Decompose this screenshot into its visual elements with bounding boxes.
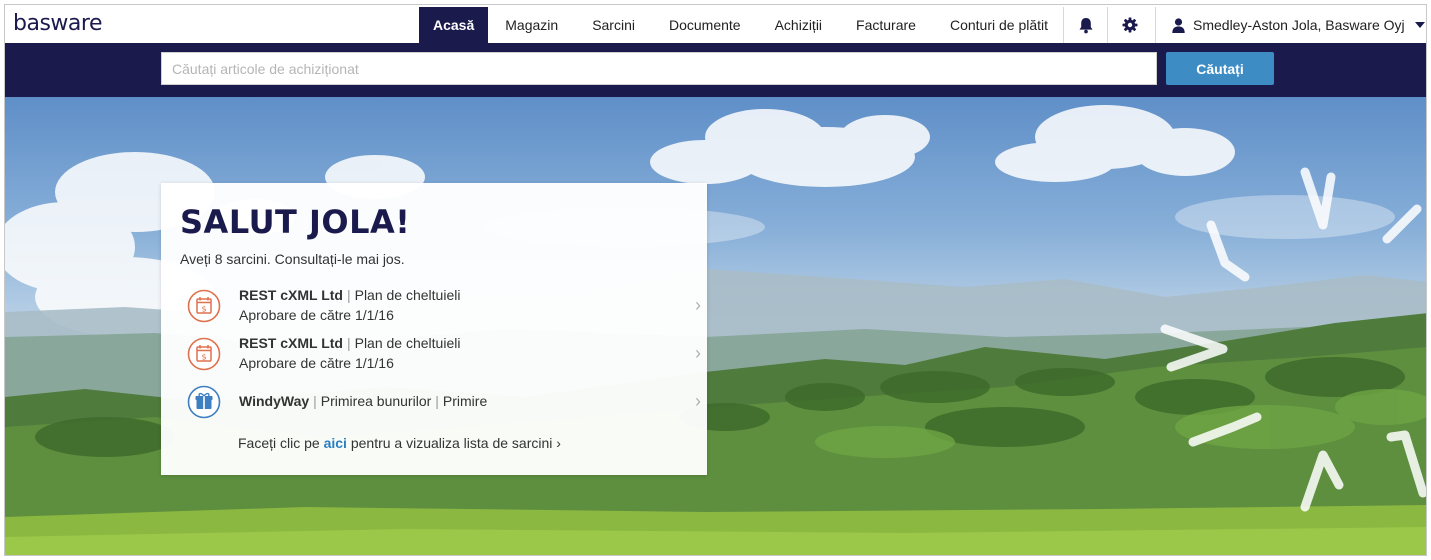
nav-item-accounts-payable[interactable]: Conturi de plătit — [933, 7, 1065, 43]
gift-icon — [187, 385, 221, 419]
task-list-prompt: Faceți clic pe aici pentru a vizualiza l… — [238, 435, 561, 451]
task-row[interactable]: WindyWay | Primirea bunurilor | Primire › — [187, 381, 701, 421]
svg-text:$: $ — [201, 353, 206, 362]
calendar-dollar-icon: $ — [187, 337, 221, 371]
task-type: Plan de cheltuieli — [354, 335, 461, 351]
task-summary: Aveți 8 sarcini. Consultați-le mai jos. — [180, 251, 405, 267]
basware-logo[interactable]: basware — [13, 11, 102, 36]
chevron-right-icon: › — [695, 343, 701, 363]
search-button[interactable]: Căutați — [1166, 52, 1274, 85]
task-company: REST cXML Ltd — [239, 287, 343, 303]
view-tasks-link[interactable]: aici — [324, 435, 347, 451]
task-detail: Primire — [442, 393, 488, 409]
task-row[interactable]: $ REST cXML Ltd | Plan de cheltuieli Aprob… — [187, 285, 701, 325]
svg-text:$: $ — [201, 305, 206, 314]
settings-button[interactable] — [1107, 7, 1151, 43]
nav-item-shop[interactable]: Magazin — [488, 7, 575, 43]
top-navigation-bar: basware Acasă Magazin Sarcini Documente … — [5, 5, 1426, 43]
calendar-dollar-icon: $ — [187, 289, 221, 323]
main-nav: Acasă Magazin Sarcini Documente Achiziți… — [419, 7, 1065, 43]
task-detail: Aprobare de către 1/1/16 — [239, 307, 394, 323]
search-bar: Căutați — [5, 43, 1426, 97]
chevron-right-icon: › — [695, 391, 701, 411]
task-type: Primirea bunurilor — [320, 393, 432, 409]
app-window: basware Acasă Magazin Sarcini Documente … — [4, 4, 1427, 556]
user-icon — [1172, 17, 1185, 33]
bell-icon — [1079, 17, 1092, 33]
task-detail: Aprobare de către 1/1/16 — [239, 355, 394, 371]
gear-icon — [1122, 17, 1137, 33]
nav-item-tasks[interactable]: Sarcini — [575, 7, 652, 43]
task-company: WindyWay — [239, 393, 310, 409]
welcome-card: SALUT JOLA! Aveți 8 sarcini. Consultați-… — [161, 183, 707, 475]
notifications-button[interactable] — [1063, 7, 1107, 43]
nav-item-purchasing[interactable]: Achiziții — [758, 7, 839, 43]
nav-item-invoicing[interactable]: Facturare — [839, 7, 933, 43]
welcome-title: SALUT JOLA! — [180, 203, 411, 241]
user-name: Smedley-Aston Jola, Basware Oyj — [1193, 17, 1405, 33]
caret-down-icon — [1414, 22, 1425, 28]
task-row[interactable]: $ REST cXML Ltd | Plan de cheltuieli Aprob… — [187, 333, 701, 373]
task-company: REST cXML Ltd — [239, 335, 343, 351]
chevron-right-icon: › — [695, 295, 701, 315]
search-input[interactable] — [161, 52, 1157, 85]
footer-prefix: Faceți clic pe — [238, 435, 324, 451]
user-menu[interactable]: Smedley-Aston Jola, Basware Oyj — [1155, 7, 1425, 43]
footer-suffix: pentru a vizualiza lista de sarcini › — [346, 435, 561, 451]
hero-banner: SALUT JOLA! Aveți 8 sarcini. Consultați-… — [5, 97, 1426, 555]
nav-item-documents[interactable]: Documente — [652, 7, 758, 43]
task-type: Plan de cheltuieli — [354, 287, 461, 303]
nav-item-home[interactable]: Acasă — [419, 7, 489, 43]
